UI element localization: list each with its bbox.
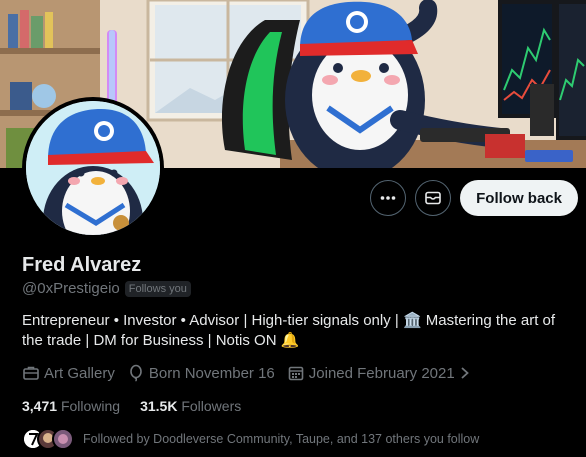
more-icon [380, 196, 396, 200]
following-label: Following [60, 398, 121, 414]
following-count: 3,471 [22, 398, 58, 414]
following-link[interactable]: 3,471 Following [22, 398, 120, 414]
briefcase-icon [23, 366, 39, 380]
mail-icon [425, 191, 441, 205]
handle-row: @0xPrestigeio Follows you [22, 280, 191, 297]
display-name: Fred Alvarez [22, 254, 142, 276]
followed-by-text: Followed by Doodleverse Community, Taupe… [83, 432, 480, 446]
username-handle: @0xPrestigeio [22, 280, 120, 297]
chevron-right-icon [461, 367, 469, 379]
followers-count: 31.5K [140, 398, 178, 414]
balloon-icon [130, 364, 142, 382]
follow-back-button[interactable]: Follow back [460, 180, 578, 216]
followed-by-row[interactable]: Followed by Doodleverse Community, Taupe… [22, 428, 479, 450]
profile-category: Art Gallery [22, 364, 115, 382]
mutual-avatar [52, 428, 74, 450]
profile-birthday: Born November 16 [127, 364, 275, 382]
profile-actions: Follow back [370, 180, 578, 216]
more-button[interactable] [370, 180, 407, 216]
profile-joined[interactable]: Joined February 2021 [287, 364, 475, 382]
followers-label: Followers [181, 398, 242, 414]
profile-meta: Art Gallery Born November 16 Joined Febr… [22, 364, 487, 382]
profile-bio: Entrepreneur • Investor • Advisor | High… [22, 312, 556, 349]
follow-stats: 3,471 Following 31.5K Followers [22, 398, 261, 414]
category-label: Art Gallery [44, 364, 115, 382]
message-button[interactable] [415, 180, 452, 216]
calendar-icon [288, 366, 304, 381]
avatar-image [26, 101, 160, 235]
followers-link[interactable]: 31.5K Followers [140, 398, 241, 414]
joined-label: Joined February 2021 [308, 364, 455, 382]
follows-you-badge: Follows you [124, 280, 191, 297]
avatar[interactable] [22, 97, 164, 239]
birthday-label: Born November 16 [148, 364, 275, 382]
